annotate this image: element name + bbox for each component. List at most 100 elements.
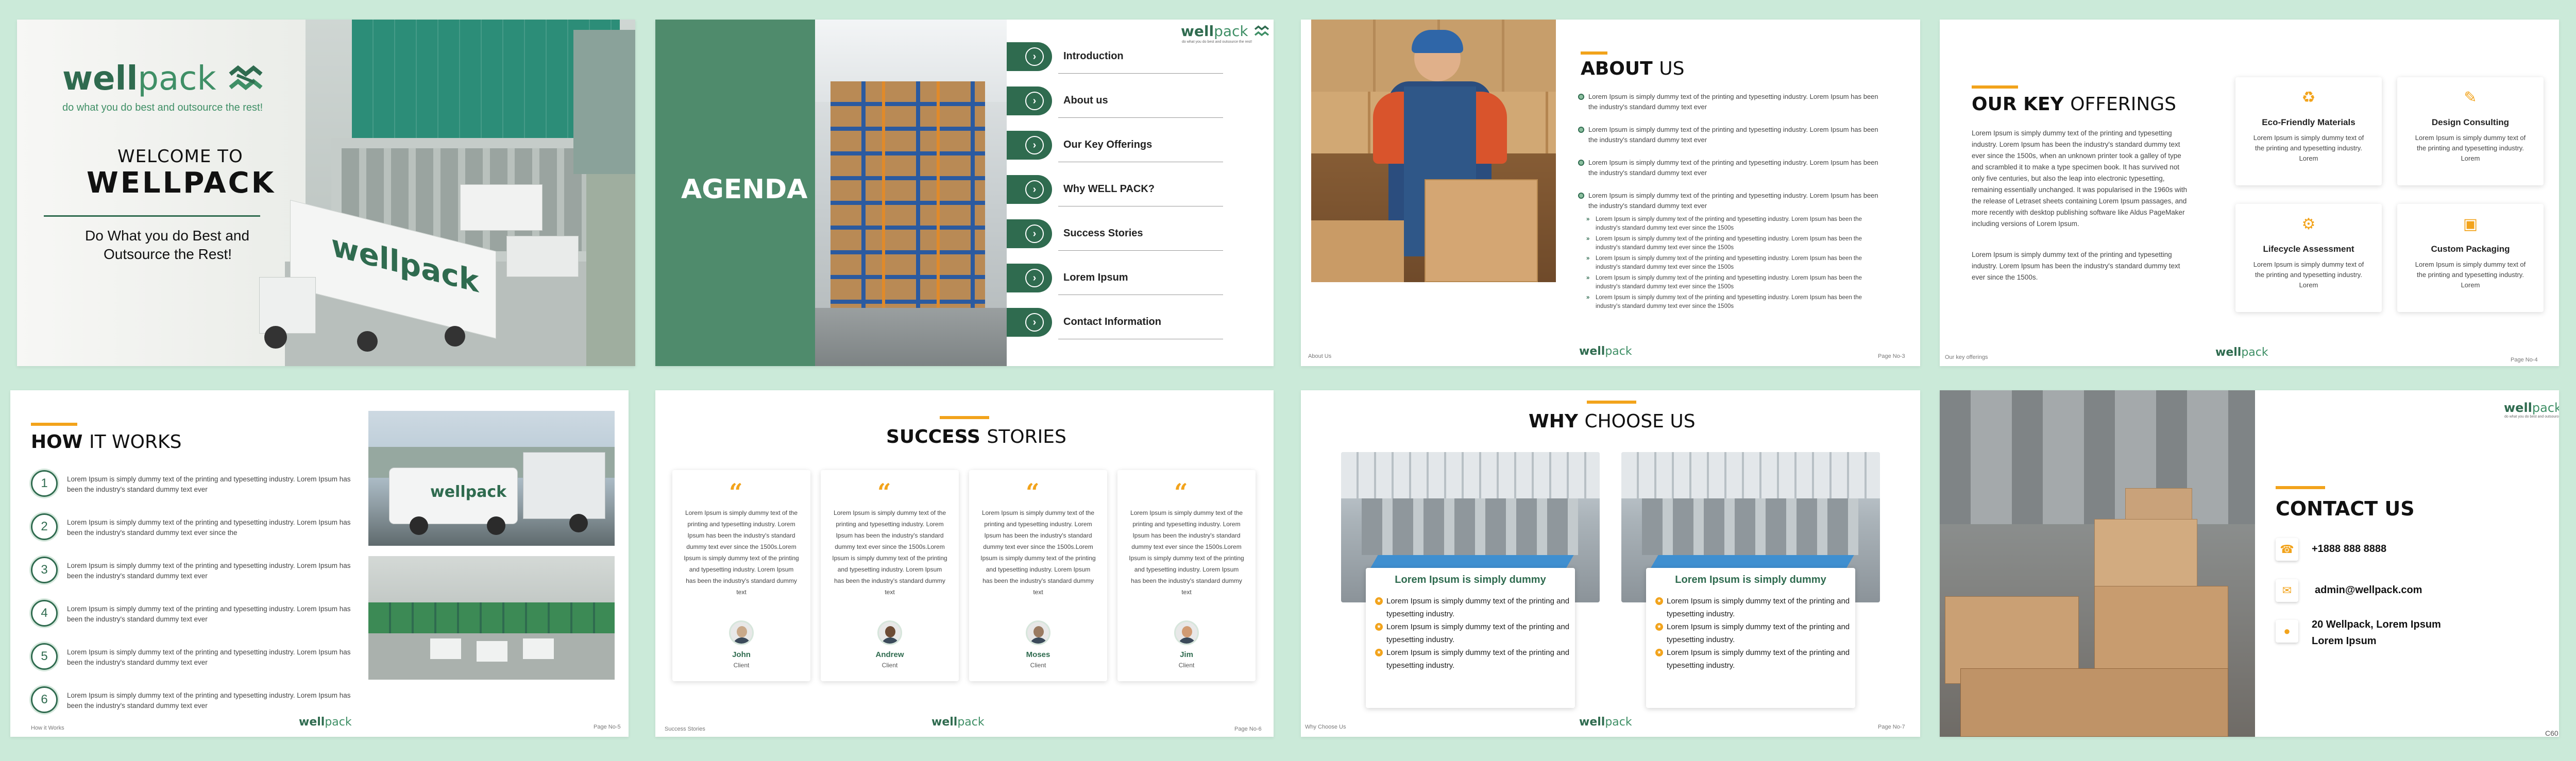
brand-name-bold: well — [1181, 23, 1214, 40]
offering-card-text: Lorem Ipsum is simply dummy text of the … — [2253, 134, 2364, 162]
about-bullet: Lorem Ipsum is simply dummy text of the … — [1578, 92, 1887, 112]
offering-card-title: Lifecycle Assessment — [2263, 244, 2354, 254]
agenda-item[interactable]: › Success Stories — [1007, 218, 1228, 251]
offerings-title: OUR KEY OFFERINGS — [1972, 94, 2176, 115]
star-badge-icon: ★ — [1375, 597, 1383, 605]
why-info-card[interactable]: Lorem Ipsum is simply dummy ★ Lorem Ipsum … — [1366, 568, 1575, 708]
about-page-number: Page No-3 — [1878, 353, 1905, 359]
testimonial-text: Lorem Ipsum is simply dummy text of the … — [832, 509, 947, 596]
success-accent-bar — [940, 416, 989, 419]
avatar-face — [885, 626, 895, 637]
why-page-number: Page No-7 — [1878, 724, 1905, 730]
testimonial-text: Lorem Ipsum is simply dummy text of the … — [684, 509, 799, 596]
why-card-item-text: Lorem Ipsum is simply dummy text of the … — [1667, 597, 1850, 618]
leaf-gear-icon: ♻ — [2301, 89, 2316, 106]
about-sub-bullet-text: Lorem Ipsum is simply dummy text of the … — [1596, 216, 1862, 231]
offering-card-text: Lorem Ipsum is simply dummy text of the … — [2415, 134, 2526, 162]
agenda-item[interactable]: › Contact Information — [1007, 307, 1228, 339]
chevron-right-icon: › — [1025, 269, 1044, 287]
agenda-item-divider — [1058, 250, 1223, 251]
testimonial-card[interactable]: “ Lorem Ipsum is simply dummy text of the… — [1117, 470, 1256, 681]
brand-name-bold: well — [1579, 716, 1605, 729]
testimonial-card[interactable]: “ Lorem Ipsum is simply dummy text of the… — [672, 470, 810, 681]
warehouse-shelves-photo — [815, 20, 1007, 366]
why-card-item: ★ Lorem Ipsum is simply dummy text of the… — [1655, 595, 1851, 620]
offering-card[interactable]: ✎ Design Consulting Lorem Ipsum is simply … — [2397, 77, 2544, 185]
agenda-item[interactable]: › About us — [1007, 85, 1228, 118]
circle-check-icon — [1578, 94, 1584, 100]
offering-card-title: Custom Packaging — [2431, 244, 2510, 254]
why-info-card[interactable]: Lorem Ipsum is simply dummy ★ Lorem Ipsum … — [1646, 568, 1855, 708]
success-title: SUCCESS STORIES — [886, 426, 1066, 447]
step-number-badge: 5 — [31, 643, 58, 670]
agenda-item-label: Why WELL PACK? — [1063, 183, 1155, 195]
step-number-badge: 2 — [31, 513, 58, 540]
double-chevron-icon: » — [1586, 295, 1590, 301]
brand-name-bold: well — [299, 716, 325, 729]
how-page-number: Page No-5 — [594, 724, 621, 730]
contact-address-line-1: 20 Wellpack, Lorem Ipsum — [2312, 619, 2441, 630]
offering-card[interactable]: ⚙ Lifecycle Assessment Lorem Ipsum is simp… — [2235, 204, 2382, 312]
step-text: Lorem Ipsum is simply dummy text of the … — [67, 605, 351, 623]
how-step: 1 Lorem Ipsum is simply dummy text of the… — [31, 470, 351, 501]
about-title-bold: ABOUT — [1581, 58, 1653, 79]
offering-card-text: Lorem Ipsum is simply dummy text of the … — [2415, 261, 2526, 289]
avatar-body — [1029, 637, 1048, 644]
step-text: Lorem Ipsum is simply dummy text of the … — [67, 518, 351, 537]
brand-name-light: pack — [138, 60, 216, 98]
truck-road-photo: wellpack — [368, 411, 615, 546]
agenda-item-label: Contact Information — [1063, 316, 1161, 327]
chevron-right-icon: › — [1025, 224, 1044, 243]
package-icon: ▣ — [2463, 216, 2478, 233]
consulting-icon: ✎ — [2464, 89, 2477, 106]
slide-why-choose-us: WHY CHOOSE US Lorem Ipsum is simply dumm… — [1301, 390, 1920, 737]
success-page-number: Page No-6 — [1234, 726, 1262, 732]
avatar-face — [1033, 626, 1044, 637]
offering-card-text: Lorem Ipsum is simply dummy text of the … — [2253, 261, 2364, 289]
agenda-item[interactable]: › Our Key Offerings — [1007, 130, 1228, 162]
offerings-paragraph-1: Lorem Ipsum is simply dummy text of the … — [1972, 129, 2188, 228]
testimonial-card[interactable]: “ Lorem Ipsum is simply dummy text of the… — [821, 470, 959, 681]
slide-welcome: wellpack wellpack do what you do best an… — [17, 20, 635, 366]
avatar-body — [881, 637, 900, 644]
step-text: Lorem Ipsum is simply dummy text of the … — [67, 475, 351, 493]
truck-illustration: wellpack — [259, 200, 527, 352]
testimonial-card[interactable]: “ Lorem Ipsum is simply dummy text of the… — [969, 470, 1107, 681]
agenda-item[interactable]: › Introduction — [1007, 41, 1228, 74]
about-sub-bullet: » Lorem Ipsum is simply dummy text of the… — [1578, 274, 1887, 291]
contact-phone[interactable]: +1888 888 8888 — [2312, 543, 2386, 555]
welcome-subtitle-1: Do What you do Best and — [85, 228, 250, 244]
agenda-item[interactable]: › Lorem Ipsum — [1007, 263, 1228, 295]
step-text: Lorem Ipsum is simply dummy text of the … — [67, 691, 351, 710]
about-sub-bullet: » Lorem Ipsum is simply dummy text of the… — [1578, 235, 1887, 252]
how-step: 6 Lorem Ipsum is simply dummy text of the… — [31, 686, 351, 717]
van-brand-text: wellpack — [430, 483, 507, 501]
about-title: ABOUT US — [1581, 58, 1684, 79]
agenda-item[interactable]: › Why WELL PACK? — [1007, 174, 1228, 206]
contact-address-line-2: Lorem Ipsum — [2312, 635, 2377, 647]
offering-card[interactable]: ♻ Eco-Friendly Materials Lorem Ipsum is si… — [2235, 77, 2382, 185]
brand-mark-icon — [229, 65, 263, 91]
brand-name-bold: well — [931, 716, 958, 729]
how-step: 5 Lorem Ipsum is simply dummy text of the… — [31, 643, 351, 674]
testimonial-text: Lorem Ipsum is simply dummy text of the … — [980, 509, 1096, 596]
cardboard-boxes-photo — [1940, 390, 2255, 737]
factory-ceiling — [1341, 452, 1600, 498]
why-card-item-text: Lorem Ipsum is simply dummy text of the … — [1667, 648, 1850, 670]
why-card-item-text: Lorem Ipsum is simply dummy text of the … — [1667, 622, 1850, 644]
avatar — [1174, 620, 1199, 645]
circle-check-icon — [1578, 127, 1584, 133]
chevron-right-icon: › — [1025, 92, 1044, 110]
chevron-right-icon: › — [1025, 136, 1044, 154]
chevron-right-icon: › — [1025, 47, 1044, 66]
about-sub-bullet: » Lorem Ipsum is simply dummy text of the… — [1578, 215, 1887, 233]
about-accent-bar — [1581, 51, 1607, 55]
offering-card[interactable]: ▣ Custom Packaging Lorem Ipsum is simply d… — [2397, 204, 2544, 312]
contact-email[interactable]: admin@wellpack.com — [2315, 584, 2422, 596]
offerings-page-number: Page No-4 — [2511, 357, 2538, 363]
star-badge-icon: ★ — [1375, 649, 1383, 656]
avatar-body — [733, 637, 751, 644]
why-card-item: ★ Lorem Ipsum is simply dummy text of the… — [1375, 646, 1571, 672]
about-bullet-text: Lorem Ipsum is simply dummy text of the … — [1588, 159, 1878, 177]
why-card-item: ★ Lorem Ipsum is simply dummy text of the… — [1655, 620, 1851, 646]
